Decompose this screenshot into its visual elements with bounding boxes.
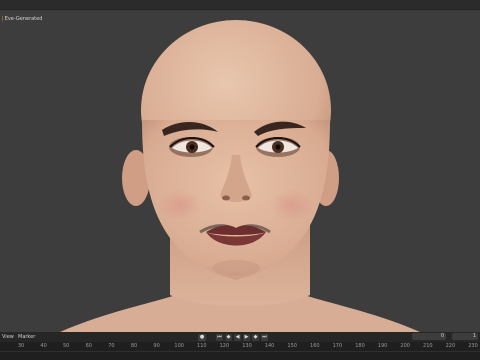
- view-menu[interactable]: View: [2, 333, 14, 341]
- ruler-tick-label: 170: [332, 343, 343, 349]
- ruler-divider: [0, 351, 480, 352]
- head-render-image: [60, 20, 420, 332]
- play-icon[interactable]: ▶: [243, 333, 250, 341]
- ruler-tick-label: 160: [310, 343, 320, 349]
- ruler-tick-label: 220: [445, 343, 456, 349]
- ruler-tick-label: 180: [355, 343, 365, 349]
- 3d-viewport[interactable]: |Eve-Generated: [0, 10, 480, 332]
- prev-keyframe-icon[interactable]: ◆: [225, 333, 232, 341]
- timeline-header: View Marker ● ⏮ ◆ ◀ ▶ ◆ ⏭ 0 1: [0, 332, 480, 342]
- ruler-tick-label: 40: [40, 343, 47, 349]
- ruler-tick-label: 80: [130, 343, 138, 349]
- ruler-tick-label: 120: [219, 343, 230, 349]
- blender-window: |Eve-Generated View Marker ● ⏮ ◆ ◀ ▶ ◆ ⏭…: [0, 0, 480, 360]
- playback-controls: ● ⏮ ◆ ◀ ▶ ◆ ⏭: [198, 333, 268, 341]
- ruler-tick-label: 200: [400, 343, 410, 349]
- ruler-tick-label: 210: [423, 343, 433, 349]
- ruler-tick-label: 110: [197, 343, 207, 349]
- jump-end-icon[interactable]: ⏭: [261, 333, 268, 341]
- record-icon[interactable]: ●: [198, 333, 206, 341]
- next-keyframe-icon[interactable]: ◆: [252, 333, 259, 341]
- object-name-label: |Eve-Generated: [2, 16, 42, 22]
- marker-menu[interactable]: Marker: [18, 333, 35, 341]
- ruler-tick-label: 30: [17, 343, 25, 349]
- start-frame-field[interactable]: 1: [452, 333, 478, 340]
- ruler-tick-label: 230: [468, 343, 478, 349]
- ruler-tick-label: 100: [174, 343, 184, 349]
- ruler-tick-label: 190: [377, 343, 388, 349]
- ruler-tick-label: 70: [108, 343, 115, 349]
- object-name: Eve-Generated: [4, 16, 43, 22]
- current-frame-field[interactable]: 0: [412, 333, 446, 340]
- ruler-tick-label: 50: [63, 343, 70, 349]
- play-reverse-icon[interactable]: ◀: [234, 333, 241, 341]
- jump-start-icon[interactable]: ⏮: [216, 333, 223, 341]
- timeline-ruler[interactable]: 30 40 50 60 70 80 90 100 110 120 130 140 150 160 170 18…: [0, 342, 480, 360]
- ruler-tick-label: 130: [242, 343, 252, 349]
- ruler-tick-label: 60: [85, 343, 92, 349]
- top-bar: [0, 0, 480, 10]
- collection-indicator: |: [2, 16, 4, 22]
- ruler-tick-label: 150: [287, 343, 297, 349]
- ruler-tick-label: 90: [153, 343, 160, 349]
- ruler-tick-label: 140: [264, 343, 275, 349]
